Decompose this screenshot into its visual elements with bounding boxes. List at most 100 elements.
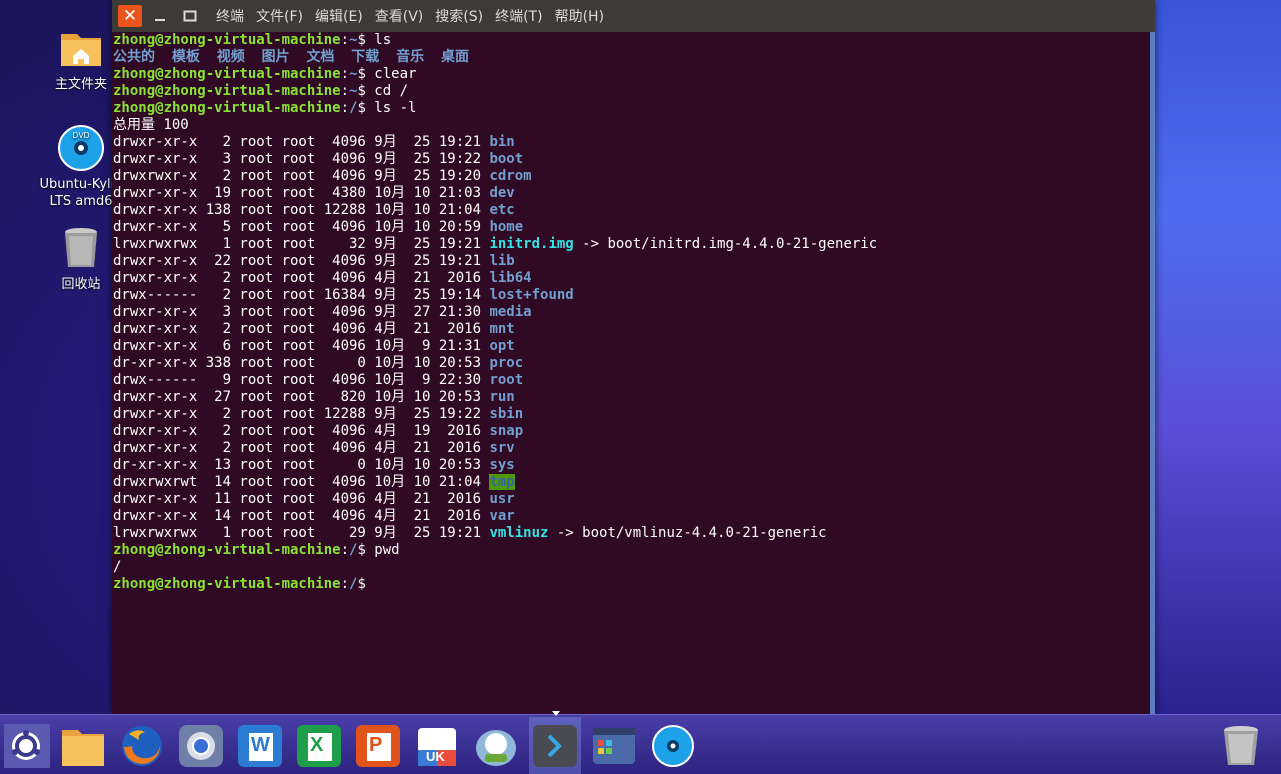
dock-bar: W X P UK (0, 711, 1281, 774)
listing-row: drwxr-xr-x 11 root root 4096 4月 21 2016 … (113, 491, 877, 508)
listing-row: lrwxrwxrwx 1 root root 32 9月 25 19:21 in… (113, 236, 877, 253)
wps-spreadsheet-icon[interactable]: X (296, 724, 342, 768)
listing-row: drwxr-xr-x 6 root root 4096 10月 9 21:31 … (113, 338, 877, 355)
listing-row: drwxr-xr-x 138 root root 12288 10月 10 21… (113, 202, 877, 219)
listing-name: run (489, 389, 515, 405)
menu-search[interactable]: 搜索(S) (435, 6, 483, 26)
prompt-user-host: zhong@zhong-virtual-machine (113, 576, 341, 592)
prompt-command: $ (357, 576, 375, 592)
terminal-output[interactable]: zhong@zhong-virtual-machine:~$ ls 公共的 模板 … (113, 32, 877, 593)
listing-row: drwxr-xr-x 19 root root 4380 10月 10 21:0… (113, 185, 877, 202)
listing-name: media (489, 304, 532, 320)
active-app-indicator (552, 711, 560, 716)
listing-row: drwxr-xr-x 2 root root 4096 9月 25 19:21 … (113, 134, 877, 151)
output-text: 总用量 100 (113, 117, 189, 133)
listing-name: dev (489, 185, 515, 201)
menu-terminal[interactable]: 终端(T) (495, 6, 542, 26)
listing-row: drwxr-xr-x 14 root root 4096 4月 21 2016 … (113, 508, 877, 525)
listing-meta: drwx------ 9 root root 4096 10月 9 22:30 (113, 372, 490, 388)
listing-row: drwx------ 9 root root 4096 10月 9 22:30 … (113, 372, 877, 389)
listing-meta: drwxr-xr-x 14 root root 4096 4月 21 2016 (113, 508, 490, 524)
home-directory-entry: 公共的 (113, 49, 155, 65)
listing-meta: drwxr-xr-x 2 root root 4096 4月 19 2016 (113, 423, 490, 439)
listing-name: tmp (489, 474, 515, 490)
prompt-line: zhong@zhong-virtual-machine:/$ ls -l (113, 100, 877, 117)
dvd-icon[interactable] (650, 724, 696, 768)
firefox-icon[interactable] (119, 724, 165, 768)
listing-name: var (489, 508, 515, 524)
menu-file[interactable]: 文件(F) (256, 6, 303, 26)
window-titlebar[interactable]: ✕ 终端 文件(F) 编辑(E) 查看(V) 搜索(S) 终端(T) 帮助(H) (112, 0, 1155, 32)
terminal-window: ✕ 终端 文件(F) 编辑(E) 查看(V) 搜索(S) 终端(T) 帮助(H)… (112, 0, 1155, 714)
prompt-command: $ pwd (357, 542, 400, 558)
listing-row: drwx------ 2 root root 16384 9月 25 19:14… (113, 287, 877, 304)
listing-name: boot (489, 151, 524, 167)
listing-row: drwxr-xr-x 5 root root 4096 10月 10 20:59… (113, 219, 877, 236)
prompt-line: zhong@zhong-virtual-machine:~$ ls (113, 32, 877, 49)
chromium-icon[interactable] (178, 724, 224, 768)
ubuntu-kylin-start-icon[interactable] (4, 724, 50, 772)
listing-row: drwxrwxr-x 2 root root 4096 9月 25 19:20 … (113, 168, 877, 185)
listing-name: vmlinuz (489, 525, 549, 541)
listing-row: drwxr-xr-x 2 root root 4096 4月 21 2016 l… (113, 270, 877, 287)
trash-icon[interactable] (1218, 724, 1264, 768)
menu-view[interactable]: 查看(V) (375, 6, 424, 26)
prompt-colon: : (340, 100, 350, 116)
software-center-label: UK (426, 749, 445, 764)
prompt-command: $ ls -l (357, 100, 417, 116)
listing-row: drwxr-xr-x 3 root root 4096 9月 27 21:30 … (113, 304, 877, 321)
prompt-colon: : (340, 576, 350, 592)
software-center-icon[interactable]: UK (414, 724, 460, 768)
home-directory-entry: 下载 (351, 49, 380, 65)
listing-name: initrd.img (489, 236, 574, 252)
minimize-icon[interactable] (148, 5, 172, 27)
output-text: / (113, 559, 122, 575)
listing-name: lib64 (489, 270, 532, 286)
listing-row: dr-xr-xr-x 338 root root 0 10月 10 20:53 … (113, 355, 877, 372)
files-icon[interactable] (60, 724, 106, 768)
youker-assistant-icon[interactable] (473, 724, 519, 768)
home-directory-entry: 模板 (171, 49, 200, 65)
menu-edit[interactable]: 编辑(E) (315, 6, 363, 26)
listing-meta: lrwxrwxrwx 1 root root 29 9月 25 19:21 (113, 525, 490, 541)
listing-meta: drwxr-xr-x 138 root root 12288 10月 10 21… (113, 202, 490, 218)
menu-help[interactable]: 帮助(H) (555, 6, 604, 26)
window-manager-icon[interactable] (591, 724, 637, 768)
prompt-user-host: zhong@zhong-virtual-machine (113, 32, 341, 48)
maximize-icon[interactable] (178, 5, 202, 27)
listing-meta: drwxr-xr-x 2 root root 4096 9月 25 19:21 (113, 134, 490, 150)
listing-meta: drwxr-xr-x 5 root root 4096 10月 10 20:59 (113, 219, 490, 235)
desktop-background-glow (1150, 0, 1281, 715)
listing-row: lrwxrwxrwx 1 root root 29 9月 25 19:21 vm… (113, 525, 877, 542)
listing-meta: drwxr-xr-x 11 root root 4096 4月 21 2016 (113, 491, 490, 507)
listing-name: root (489, 372, 524, 388)
output-line: 总用量 100 (113, 117, 877, 134)
terminal-icon[interactable] (529, 717, 581, 774)
wps-presentation-icon[interactable]: P (355, 724, 401, 768)
listing-name: snap (489, 423, 524, 439)
listing-name: mnt (489, 321, 515, 337)
terminal-scrollbar[interactable] (1150, 32, 1155, 714)
listing-row: drwxr-xr-x 3 root root 4096 9月 25 19:22 … (113, 151, 877, 168)
output-line: / (113, 559, 877, 576)
wps-spreadsheet-label: X (310, 734, 324, 756)
prompt-line: zhong@zhong-virtual-machine:~$ clear (113, 66, 877, 83)
listing-meta: dr-xr-xr-x 13 root root 0 10月 10 20:53 (113, 457, 490, 473)
dvd-disc-icon: DVD (57, 124, 105, 172)
prompt-colon: : (340, 66, 350, 82)
symlink-target: -> boot/initrd.img-4.4.0-21-generic (573, 236, 878, 252)
listing-name: lost+found (489, 287, 574, 303)
listing-row: drwxr-xr-x 2 root root 4096 4月 21 2016 m… (113, 321, 877, 338)
window-title: 终端 (216, 9, 244, 25)
wps-presentation-label: P (369, 734, 383, 756)
listing-meta: drwxr-xr-x 2 root root 4096 4月 21 2016 (113, 440, 490, 456)
listing-row: dr-xr-xr-x 13 root root 0 10月 10 20:53 s… (113, 457, 877, 474)
wps-writer-label: W (251, 734, 270, 756)
close-icon[interactable]: ✕ (118, 5, 142, 27)
prompt-command: $ cd / (357, 83, 409, 99)
listing-row: drwxr-xr-x 2 root root 4096 4月 19 2016 s… (113, 423, 877, 440)
listing-meta: drwx------ 2 root root 16384 9月 25 19:14 (113, 287, 490, 303)
listing-row: drwxr-xr-x 22 root root 4096 9月 25 19:21… (113, 253, 877, 270)
wps-writer-icon[interactable]: W (237, 724, 283, 768)
